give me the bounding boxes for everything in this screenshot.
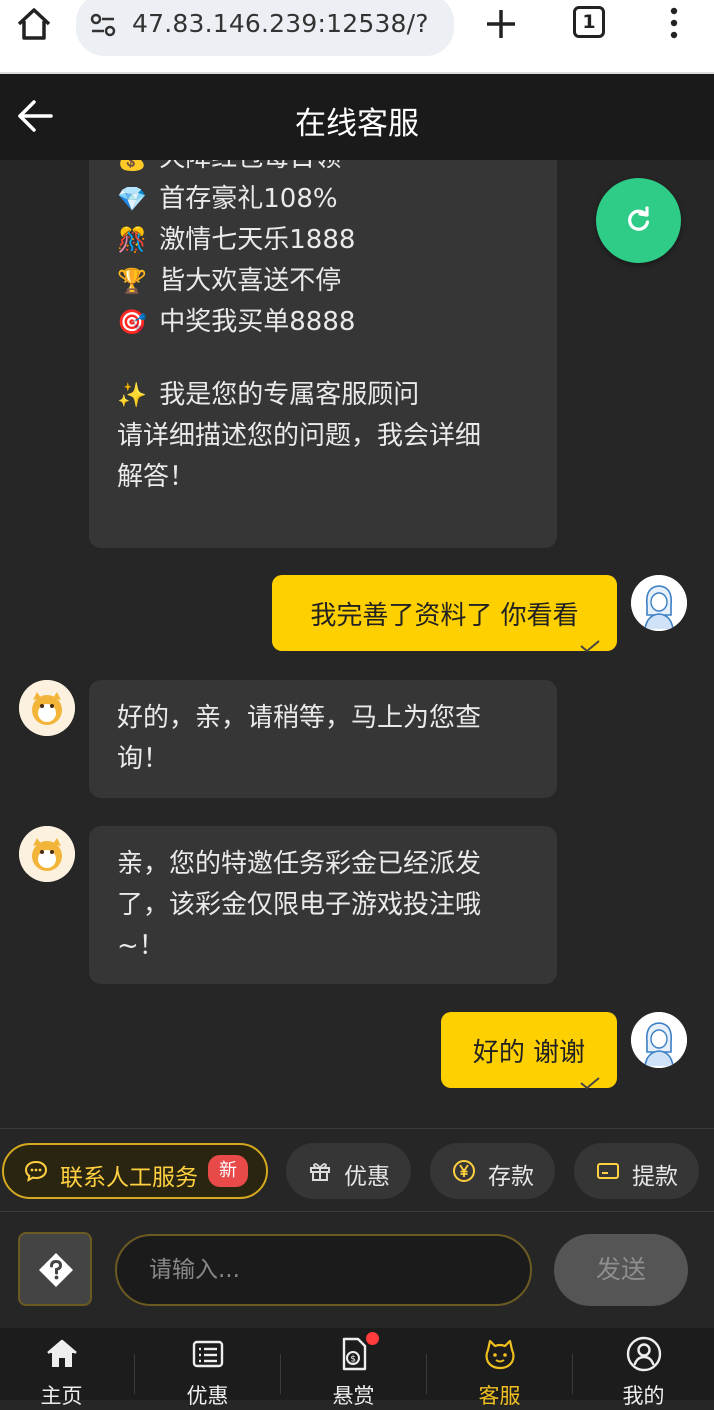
send-button[interactable]: 发送 — [554, 1234, 688, 1306]
list-icon — [192, 1340, 223, 1368]
user-circle-icon — [626, 1336, 661, 1372]
nav-service[interactable]: 客服 — [428, 1328, 571, 1408]
intro-text: 我是您的专属客服顾问 — [159, 380, 420, 410]
gift-icon — [310, 1163, 330, 1181]
deposit-chip[interactable]: 存款 — [430, 1143, 555, 1199]
user-avatar-icon — [631, 1012, 687, 1068]
promo-line: 💰 天降红包每日领 — [117, 160, 529, 179]
nav-mine-label: 我的 — [622, 1384, 665, 1408]
user-message-text: 好的 谢谢 — [472, 1038, 586, 1068]
nav-reward-label: 悬赏 — [332, 1384, 375, 1408]
sent-check-icon — [580, 640, 600, 653]
agent-message-bubble: 好的，亲，请稍等，马上为您查 询！ — [89, 680, 557, 798]
page-title: 在线客服 — [295, 106, 419, 142]
promo-line: 💎 首存豪礼108% — [117, 179, 529, 220]
agent-avatar-icon — [19, 680, 75, 736]
bottom-nav: 主页 优惠 $ 悬赏 客服 我的 — [0, 1328, 714, 1408]
message-input-row: 请输入... 发送 — [0, 1212, 714, 1328]
refresh-icon — [628, 206, 650, 231]
site-settings-icon[interactable] — [88, 10, 118, 40]
message-input[interactable]: 请输入... — [115, 1234, 532, 1306]
user-avatar — [631, 575, 687, 631]
user-avatar-icon — [631, 575, 687, 631]
user-message-bubble: 好的 谢谢 — [441, 1012, 617, 1090]
promo-line: 🎊 激情七天乐1888 — [117, 220, 529, 261]
user-message-bubble: 我完善了资料了 你看看 — [272, 575, 617, 653]
promo-line-text: 激情七天乐1888 — [159, 225, 356, 255]
agent-message-bubble: 亲，您的特邀任务彩金已经派发 了，该彩金仅限电子游戏投注哦 ~！ — [89, 826, 557, 984]
contact-human-button[interactable]: 联系人工服务 新 — [2, 1143, 268, 1199]
user-avatar — [631, 1012, 687, 1068]
agent-message-text: 了，该彩金仅限电子游戏投注哦 — [117, 890, 482, 920]
new-badge: 新 — [208, 1155, 248, 1187]
sparkles-icon: ✨ — [117, 381, 147, 409]
refresh-button[interactable] — [596, 178, 681, 263]
contact-human-label: 联系人工服务 — [60, 1165, 198, 1191]
svg-text:$: $ — [350, 1355, 356, 1365]
notification-dot — [366, 1332, 379, 1345]
sent-check-icon — [580, 1077, 600, 1090]
url-text[interactable]: 47.83.146.239:12538/? — [132, 9, 429, 38]
address-bar[interactable]: 47.83.146.239:12538/? — [76, 0, 454, 56]
home-icon[interactable] — [14, 4, 54, 44]
promo-line-text: 天降红包每日领 — [159, 160, 341, 173]
agent-message-text: 好的，亲，请稍等，马上为您查 — [117, 703, 482, 733]
nav-mine[interactable]: 我的 — [572, 1328, 714, 1408]
browser-bar: 47.83.146.239:12538/? 1 — [0, 0, 714, 74]
diamond-icon: 💎 — [117, 185, 147, 213]
nav-promo-label: 优惠 — [186, 1384, 229, 1408]
agent-message-text: 亲，您的特邀任务彩金已经派发 — [117, 849, 482, 879]
confetti-icon: 🎊 — [117, 226, 147, 254]
home-icon — [46, 1339, 77, 1367]
message-input-placeholder: 请输入... — [149, 1257, 240, 1283]
promo-label: 优惠 — [344, 1164, 390, 1190]
agent-message-text: 询！ — [117, 744, 170, 774]
money-bag-icon: 💰 — [117, 160, 151, 179]
promo-line-text: 皆大欢喜送不停 — [159, 266, 342, 296]
trophy-icon: 🏆 — [117, 267, 147, 295]
new-tab-icon[interactable] — [482, 2, 520, 44]
nav-home[interactable]: 主页 — [0, 1328, 133, 1408]
withdraw-label: 提款 — [632, 1164, 678, 1190]
chat-area[interactable]: 💰 天降红包每日领 💎 首存豪礼108% 🎊 激情七天乐1888 🏆 皆大欢喜送… — [0, 160, 714, 1128]
nav-divider — [280, 1354, 281, 1394]
agent-avatar — [19, 680, 75, 736]
tab-switcher-button[interactable]: 1 — [573, 6, 605, 38]
service-mascot-icon — [484, 1339, 515, 1370]
nav-promo[interactable]: 优惠 — [136, 1328, 279, 1408]
nav-reward[interactable]: $ 悬赏 — [282, 1328, 425, 1408]
agent-welcome-bubble: 💰 天降红包每日领 💎 首存豪礼108% 🎊 激情七天乐1888 🏆 皆大欢喜送… — [89, 160, 557, 548]
promo-line: 🏆 皆大欢喜送不停 — [117, 261, 529, 302]
deposit-label: 存款 — [488, 1164, 534, 1190]
intro-line: ✨ 我是您的专属客服顾问 — [117, 375, 529, 416]
promo-line-text: 中奖我买单8888 — [159, 307, 356, 337]
nav-divider — [134, 1354, 135, 1394]
nav-divider — [426, 1354, 427, 1394]
target-icon: 🎯 — [117, 308, 147, 336]
withdraw-chip[interactable]: 提款 — [574, 1143, 699, 1199]
yen-coin-icon — [453, 1160, 475, 1182]
agent-message-text: ~！ — [117, 931, 165, 961]
tab-count: 1 — [582, 11, 596, 33]
promo-line-text: 首存豪礼108% — [159, 184, 338, 214]
nav-home-label: 主页 — [40, 1384, 83, 1408]
user-message-text: 我完善了资料了 你看看 — [310, 601, 579, 631]
nav-service-label: 客服 — [478, 1384, 521, 1408]
card-icon — [597, 1163, 619, 1179]
more-options-icon[interactable] — [662, 6, 686, 40]
quick-actions-bar: 联系人工服务 新 优惠 存款 提款 — [0, 1128, 714, 1212]
faq-button[interactable] — [18, 1232, 92, 1306]
promo-line: 🎯 中奖我买单8888 — [117, 302, 529, 343]
agent-avatar — [19, 826, 75, 882]
promo-chip[interactable]: 优惠 — [286, 1143, 411, 1199]
chat-bubble-icon — [24, 1160, 48, 1182]
agent-avatar-icon — [19, 826, 75, 882]
question-diamond-icon — [39, 1253, 73, 1287]
prompt-line: 请详细描述您的问题，我会详细 — [117, 421, 482, 451]
app-header: 在线客服 — [0, 74, 714, 160]
prompt-line: 解答！ — [117, 462, 196, 492]
